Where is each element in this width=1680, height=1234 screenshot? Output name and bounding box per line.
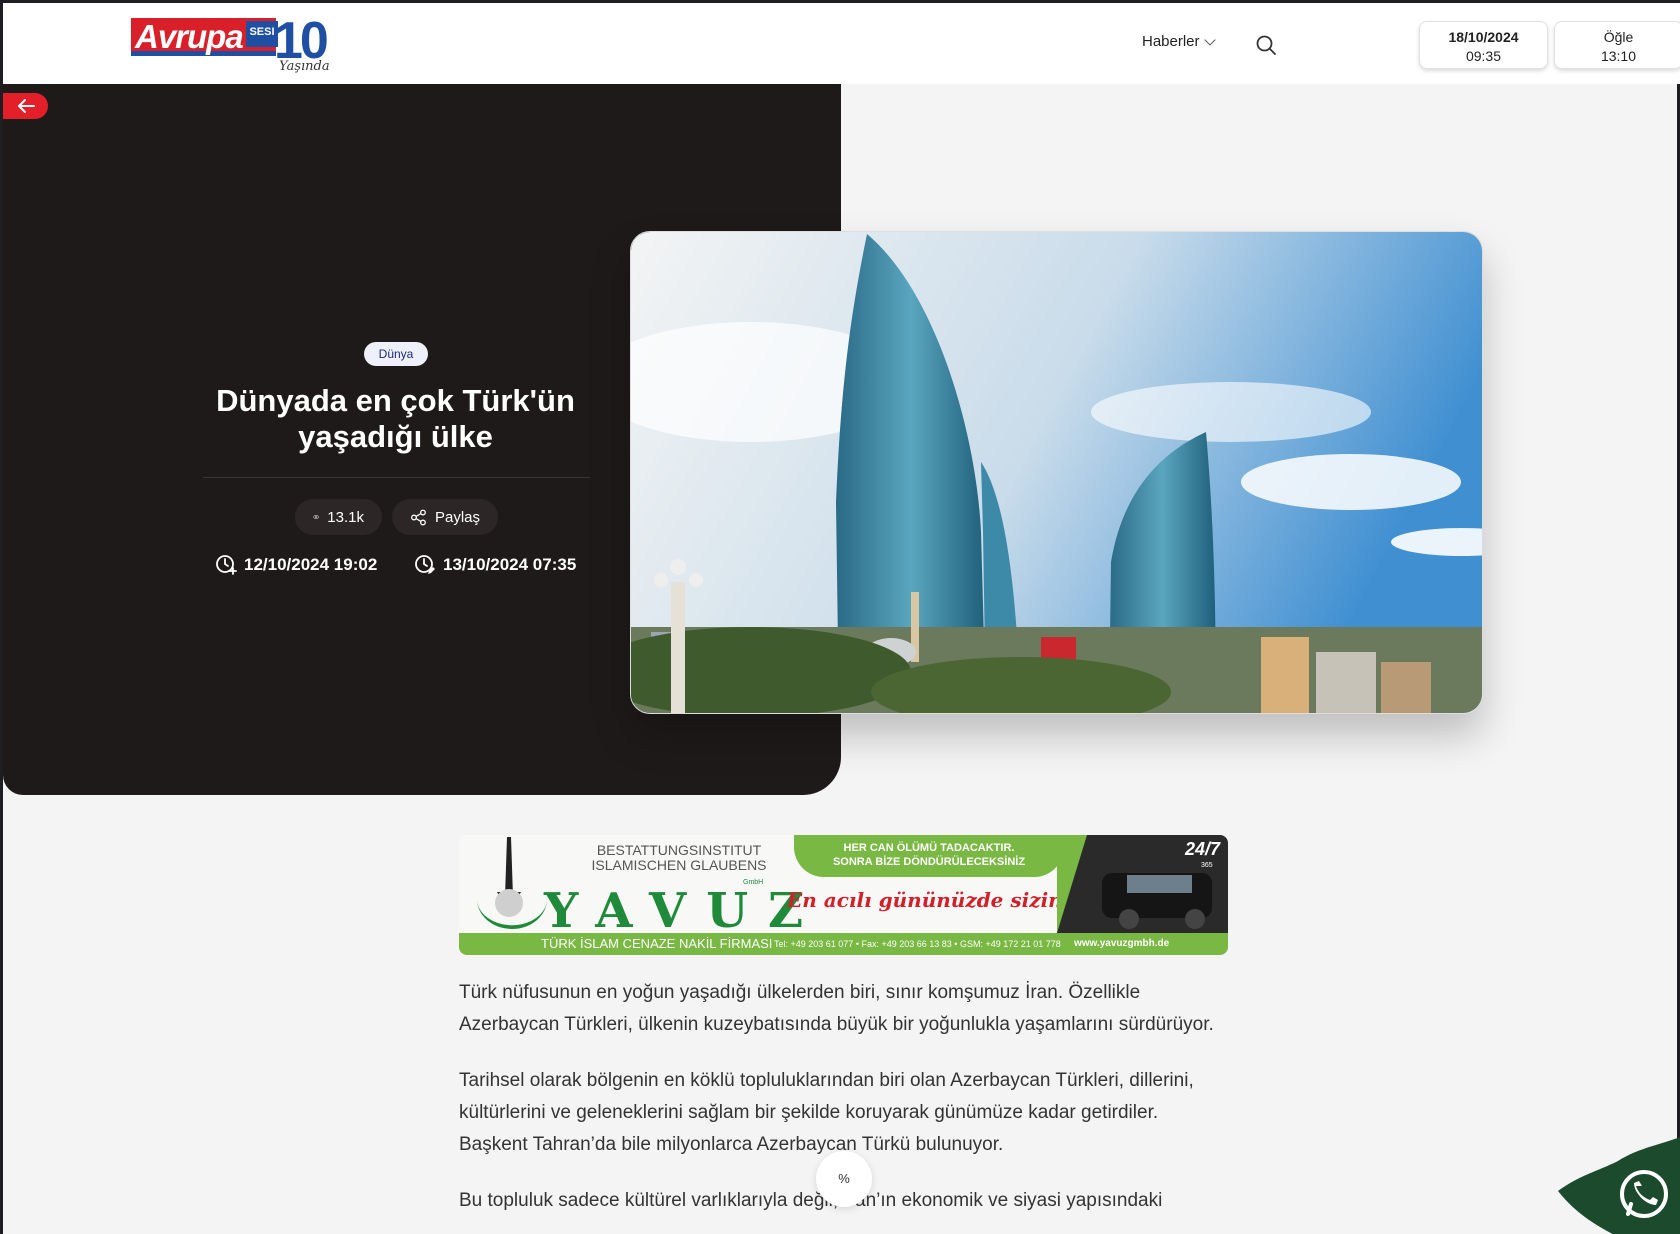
- clock-plus-icon: [216, 555, 237, 575]
- ad-top-text: BESTATTUNGSINSTITUT ISLAMISCHEN GLAUBENS: [579, 843, 779, 873]
- share-icon: [411, 509, 426, 525]
- share-label: Paylaş: [434, 508, 480, 526]
- current-date: 18/10/2024: [1448, 29, 1519, 45]
- ad-quote: HER CAN ÖLÜMÜ TADACAKTIR. SONRA BİZE DÖN…: [794, 835, 1064, 877]
- ad-gmbh: GmbH: [743, 879, 764, 886]
- clock-edit-icon: [415, 555, 435, 574]
- article-paragraph: Tarihsel olarak bölgenin en köklü toplul…: [459, 1070, 1194, 1155]
- ad-quote-line2: SONRA BİZE DÖNDÜRÜLECEKSİNİZ: [832, 856, 1026, 868]
- updated-datetime: 13/10/2024 07:35: [443, 555, 577, 574]
- category-badge[interactable]: Dünya: [364, 342, 428, 366]
- chevron-down-icon: [1203, 33, 1216, 46]
- ad-badge: 24/7: [1185, 839, 1221, 859]
- ad-brand-name: YAVUZ: [544, 883, 824, 939]
- article-paragraph: Türk nüfusunun en yoğun yaşadığı ülkeler…: [459, 982, 1214, 1035]
- reading-progress-button[interactable]: %: [816, 1151, 872, 1207]
- ad-phones: Tel: +49 203 61 077 • Fax: +49 203 66 13…: [774, 939, 1061, 949]
- ad-badge-sub: 365: [1201, 862, 1213, 869]
- site-header: Avrupa SESI 10 Yaşında Haberler 18/10/20…: [3, 3, 1680, 84]
- current-time: 09:35: [1465, 48, 1502, 64]
- date-box: 18/10/2024 09:35: [1419, 21, 1548, 69]
- article-title: Dünyada en çok Türk'ün yaşadığı ülke: [216, 383, 575, 454]
- whatsapp-icon: [1558, 1137, 1680, 1234]
- prayer-time-box[interactable]: Öğle 13:10: [1554, 21, 1680, 69]
- advertisement-banner[interactable]: BESTATTUNGSINSTITUT ISLAMISCHEN GLAUBENS…: [459, 835, 1228, 955]
- back-arrow-icon: [17, 99, 35, 113]
- views-count: 13.1k: [327, 508, 364, 526]
- ad-top-text-line1: BESTATTUNGSINSTITUT: [596, 842, 762, 858]
- ad-firma: TÜRK İSLAM CENAZE NAKİL FİRMASI: [541, 936, 773, 951]
- published-datetime: 12/10/2024 19:02: [244, 555, 378, 574]
- published-date: 12/10/2024 19:02: [215, 554, 377, 576]
- site-logo[interactable]: Avrupa SESI 10 Yaşında: [131, 12, 331, 79]
- views-counter: 13.1k: [295, 499, 382, 535]
- hero-divider: [203, 477, 590, 478]
- whatsapp-button[interactable]: [1558, 1136, 1680, 1234]
- prayer-name: Öğle: [1603, 29, 1634, 45]
- nav-haberler-dropdown[interactable]: Haberler: [1142, 33, 1216, 50]
- eye-icon: [313, 515, 320, 519]
- search-icon[interactable]: [1255, 34, 1277, 56]
- prayer-time: 13:10: [1600, 48, 1637, 64]
- share-button[interactable]: Paylaş: [392, 499, 498, 535]
- ad-footer: TÜRK İSLAM CENAZE NAKİL FİRMASI Tel: +49…: [459, 933, 1228, 955]
- ad-website: www.yavuzgmbh.de: [1074, 938, 1170, 949]
- back-button[interactable]: [3, 93, 48, 119]
- ad-top-text-line2: ISLAMISCHEN GLAUBENS: [591, 857, 767, 873]
- nav-haberler-label: Haberler: [1142, 33, 1200, 50]
- updated-date: 13/10/2024 07:35: [414, 554, 576, 576]
- article-image: [630, 231, 1483, 714]
- ad-quote-line1: HER CAN ÖLÜMÜ TADACAKTIR.: [843, 842, 1015, 854]
- logo-tagline: Yaşında: [279, 59, 330, 74]
